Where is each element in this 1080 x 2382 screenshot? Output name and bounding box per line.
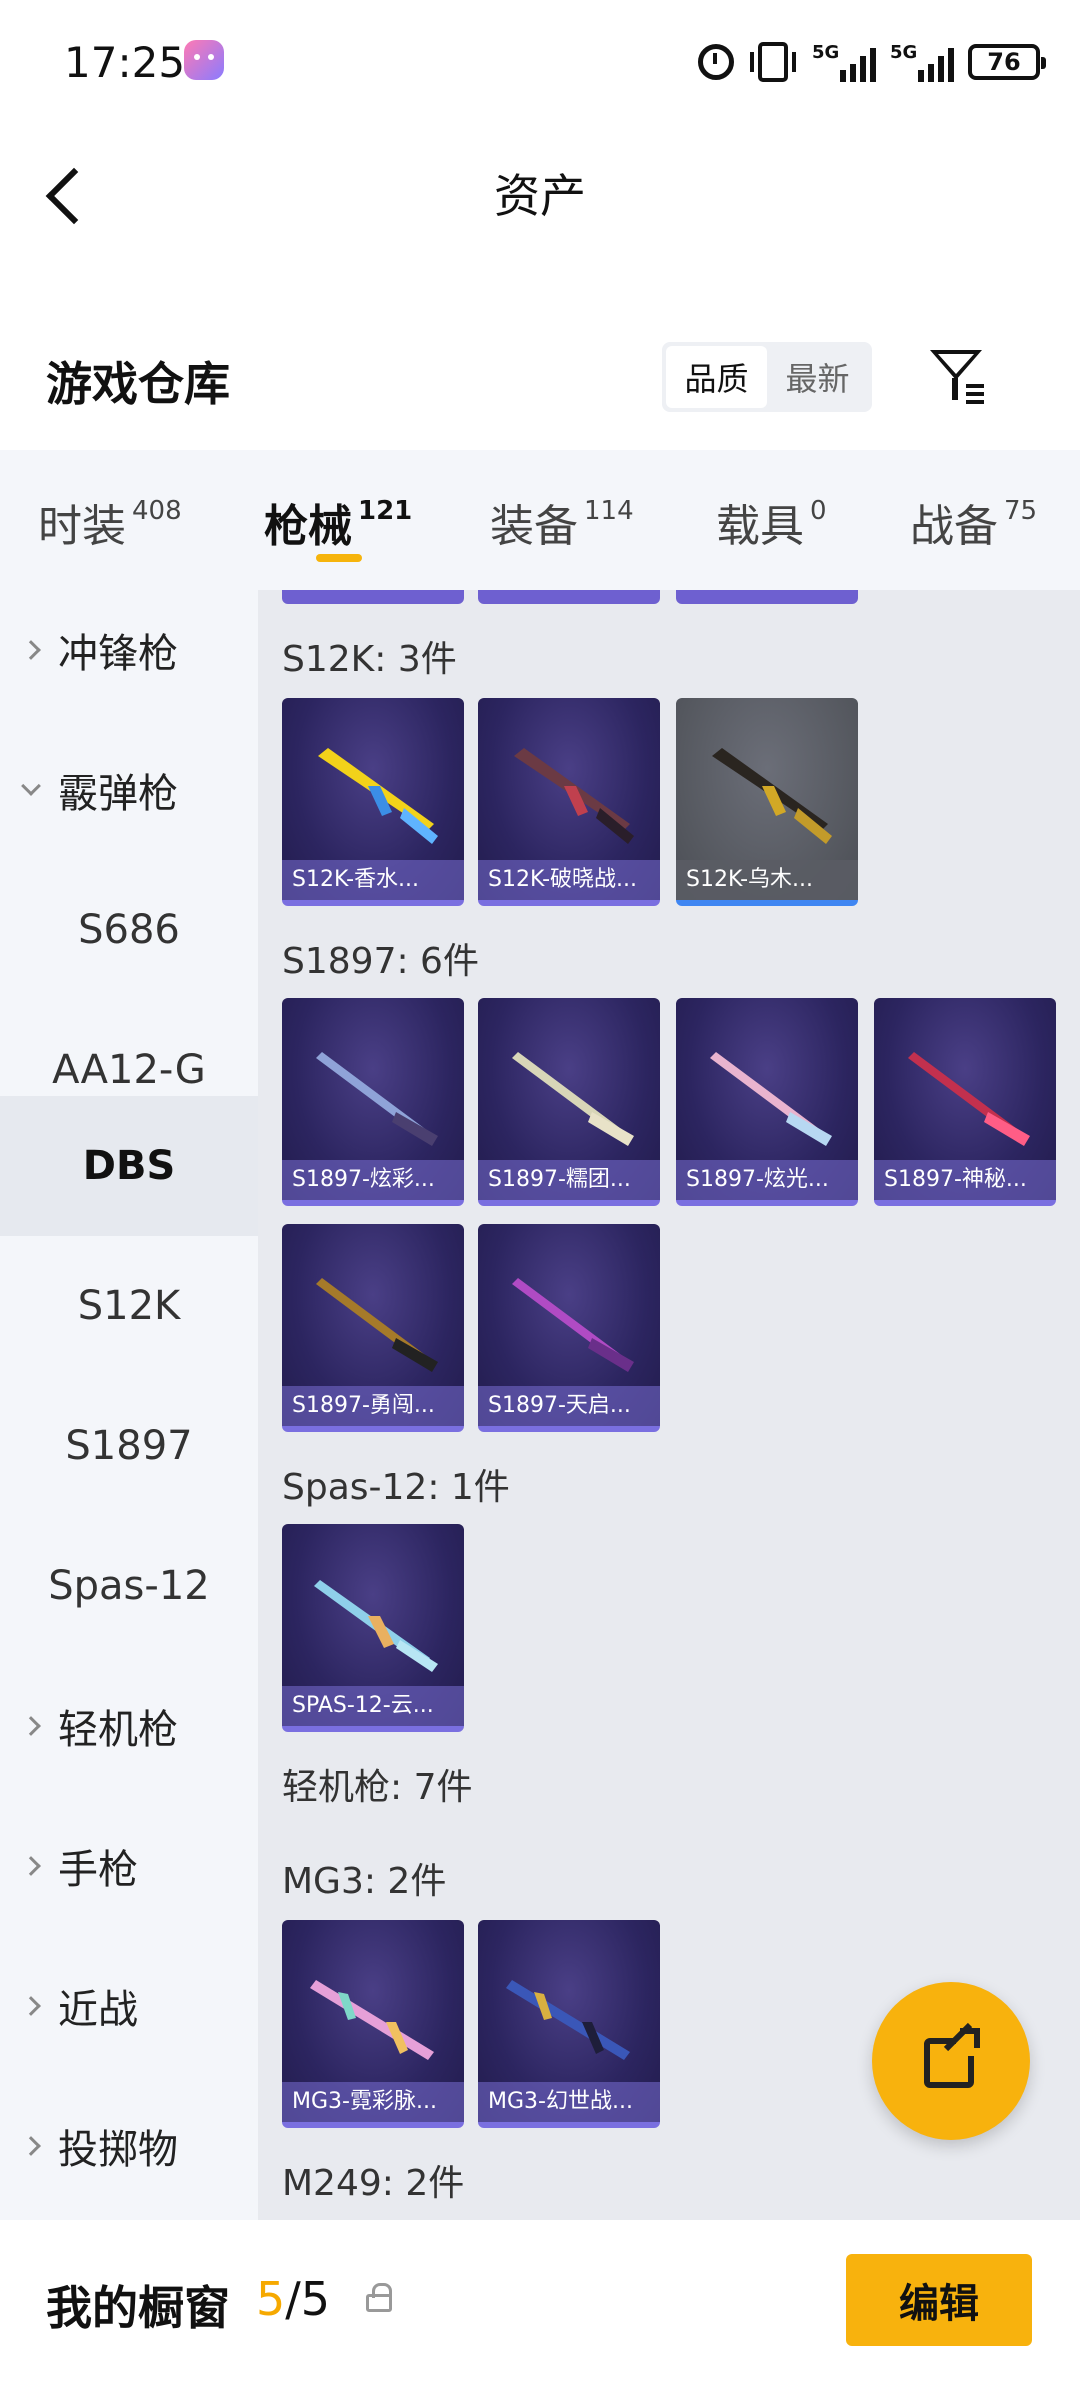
machine-gun-icon [506, 1980, 630, 2060]
shotgun-icon [316, 1052, 438, 1146]
signal-icon-2: 5G [890, 42, 954, 82]
section-title-spas12: Spas-12: 1件 [282, 1467, 510, 1508]
sidebar-item-s12k[interactable]: S12K [0, 1236, 258, 1376]
section-title-lmg: 轻机枪: 7件 [282, 1767, 473, 1808]
vibrate-icon [750, 42, 796, 82]
item-card[interactable]: S1897-炫彩... [282, 998, 464, 1206]
sidebar-item-s1897[interactable]: S1897 [0, 1376, 258, 1516]
section-title-s1897: S1897: 6件 [282, 941, 479, 982]
sidebar-item-dbs[interactable]: DBS [0, 1096, 258, 1236]
shotgun-icon [514, 748, 634, 844]
alarm-icon [698, 44, 734, 80]
warehouse-bar: 游戏仓库 品质 最新 [0, 300, 1080, 450]
item-card[interactable]: MG3-霓彩脉... [282, 1920, 464, 2128]
chevron-right-icon [21, 1716, 41, 1736]
sidebar-item-pistol[interactable]: 手枪 [0, 1796, 258, 1936]
status-icons: 5G 5G 76 [698, 40, 1046, 84]
item-card-partial[interactable] [676, 590, 858, 604]
status-time: 17:25 [64, 38, 186, 87]
sidebar: 冲锋枪 霰弹枪 S686 AA12-G DBS S12K S1897 Spas-… [0, 590, 258, 2220]
bottom-bar: 我的橱窗 5/5 编辑 [0, 2220, 1080, 2382]
tab-equipment[interactable]: 装备 114 [490, 490, 634, 554]
page-header: 资产 [0, 130, 1080, 260]
sidebar-item-spas12[interactable]: Spas-12 [0, 1516, 258, 1656]
item-card[interactable]: S1897-炫光... [676, 998, 858, 1206]
machine-gun-icon [310, 1980, 434, 2060]
sidebar-item-melee[interactable]: 近战 [0, 1936, 258, 2076]
item-card[interactable]: S1897-神秘... [874, 998, 1056, 1206]
battery-icon: 76 [968, 44, 1046, 80]
shotgun-icon [712, 748, 832, 844]
chevron-down-icon [21, 776, 41, 796]
shotgun-icon [908, 1052, 1030, 1146]
section-title-m249: M249: 2件 [282, 2163, 465, 2204]
section-title-s12k: S12K: 3件 [282, 639, 457, 680]
item-grid: S12K: 3件 S12K-香水... S12K-破晓战... S12K-乌木.… [258, 590, 1080, 2220]
signal-icon: 5G [812, 42, 876, 82]
chevron-right-icon [21, 1856, 41, 1876]
chevron-right-icon [21, 2136, 41, 2156]
share-button[interactable] [872, 1982, 1030, 2140]
item-card[interactable]: SPAS-12-云... [282, 1524, 464, 1732]
item-card-partial[interactable] [478, 590, 660, 604]
item-card[interactable]: MG3-幻世战... [478, 1920, 660, 2128]
item-card[interactable]: S1897-勇闯... [282, 1224, 464, 1432]
shotgun-icon [318, 748, 438, 844]
category-tabs: 时装 408 枪械 121 装备 114 载具 0 战备 75 [0, 450, 1080, 590]
item-card[interactable]: S1897-糯团... [478, 998, 660, 1206]
status-bar: 17:25 5G 5G 76 [0, 0, 1080, 130]
showcase-count: 5/5 [256, 2272, 331, 2326]
item-card[interactable]: S1897-天启... [478, 1224, 660, 1432]
tab-fashion[interactable]: 时装 408 [38, 490, 182, 554]
tab-vehicles[interactable]: 载具 0 [716, 490, 827, 554]
filter-button[interactable] [924, 344, 988, 410]
tab-supplies[interactable]: 战备 75 [910, 490, 1037, 554]
showcase-label: 我的橱窗 [46, 2281, 230, 2335]
lock-icon [366, 2283, 392, 2312]
warehouse-title: 游戏仓库 [46, 357, 230, 411]
sort-latest-button[interactable]: 最新 [767, 346, 868, 408]
shotgun-icon [316, 1278, 438, 1372]
item-card-partial[interactable] [282, 590, 464, 604]
shotgun-icon [710, 1052, 832, 1146]
chevron-right-icon [21, 1996, 41, 2016]
filter-icon [930, 350, 982, 380]
sidebar-item-shotgun[interactable]: 霰弹枪 [0, 720, 258, 860]
shotgun-icon [512, 1052, 634, 1146]
item-card[interactable]: S12K-香水... [282, 698, 464, 906]
item-card[interactable]: S12K-乌木... [676, 698, 858, 906]
shotgun-icon [512, 1278, 634, 1372]
sort-toggle: 品质 最新 [662, 342, 872, 412]
sidebar-item-smg[interactable]: 冲锋枪 [0, 590, 258, 720]
edit-button[interactable]: 编辑 [846, 2254, 1032, 2346]
sort-quality-button[interactable]: 品质 [666, 346, 767, 408]
item-card[interactable]: S12K-破晓战... [478, 698, 660, 906]
page-title: 资产 [494, 169, 586, 223]
sidebar-item-s686[interactable]: S686 [0, 860, 258, 1000]
sidebar-item-throwable[interactable]: 投掷物 [0, 2076, 258, 2216]
section-title-mg3: MG3: 2件 [282, 1861, 447, 1902]
tab-guns[interactable]: 枪械 121 [264, 490, 412, 554]
app-notification-icon [184, 40, 224, 80]
tab-indicator [316, 554, 362, 562]
shotgun-icon [314, 1580, 438, 1672]
sidebar-item-lmg[interactable]: 轻机枪 [0, 1656, 258, 1796]
chevron-right-icon [21, 640, 41, 660]
